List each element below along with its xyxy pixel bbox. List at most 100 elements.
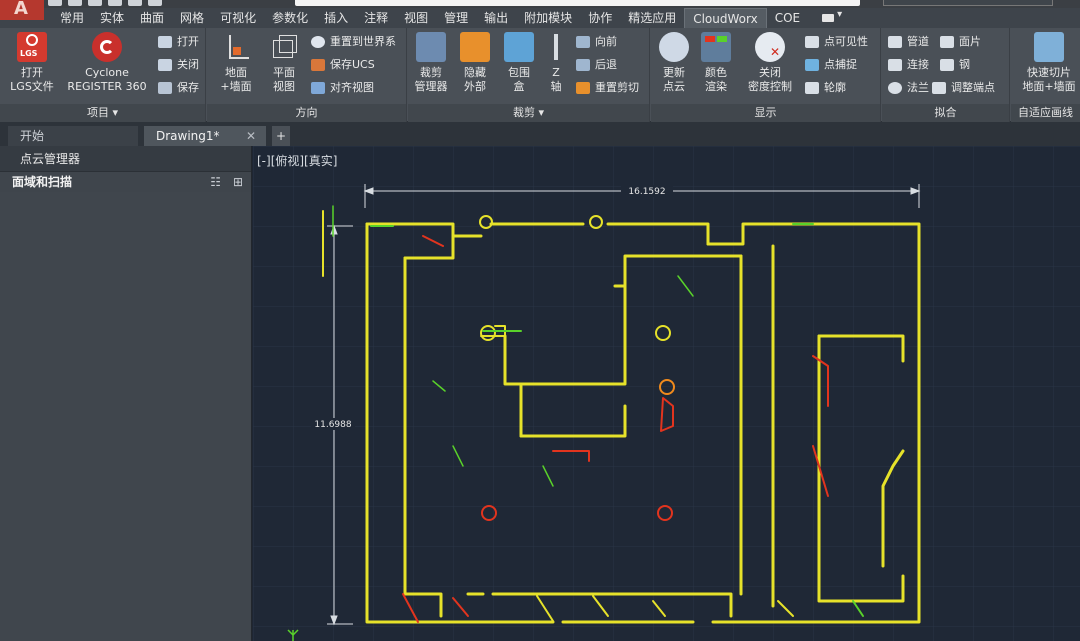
steel-button[interactable]: 钢 xyxy=(940,56,970,74)
open-button[interactable]: 打开 xyxy=(158,33,199,51)
tab-featured-apps[interactable]: 精选应用 xyxy=(620,8,684,28)
adjust-end-button[interactable]: 调整端点 xyxy=(932,79,995,97)
palette-section-header[interactable]: 面域和扫描 ☷ ⊞ xyxy=(0,172,251,192)
palette-title: 点云管理器 xyxy=(0,146,251,172)
new-tab-button[interactable]: + xyxy=(272,126,290,146)
close-tab-icon[interactable]: ✕ xyxy=(246,126,256,146)
document-tab-bar: 开始 Drawing1* ✕ + xyxy=(0,122,1080,146)
point-cloud-drawing[interactable]: 16.1592 11.6988 xyxy=(253,146,1080,641)
save-button[interactable]: 保存 xyxy=(158,79,199,97)
bounding-box-button[interactable]: 包围 盒 xyxy=(498,32,540,94)
save-ucs-icon xyxy=(311,59,325,71)
panel-adaptive: 快速切片 地面+墙面 自适应画线 xyxy=(1011,28,1080,122)
workspace-switch-icon[interactable] xyxy=(822,9,850,24)
patch-icon xyxy=(940,36,954,48)
refresh-cloud-label: 更新 点云 xyxy=(663,66,685,93)
panel-display: 更新 点云 颜色 渲染 ✕ 关闭 密度控制 点可见性 点捕捉 轮廓 显示 xyxy=(651,28,881,122)
z-axis-icon xyxy=(546,32,566,62)
save-ucs-button[interactable]: 保存UCS xyxy=(311,56,375,74)
flange-button[interactable]: 法兰 xyxy=(888,79,929,97)
quick-slice-label: 快速切片 地面+墙面 xyxy=(1022,66,1076,93)
tab-parametric[interactable]: 参数化 xyxy=(264,8,316,28)
clip-manager-button[interactable]: 裁剪 管理器 xyxy=(410,32,452,94)
list-view-icon[interactable]: ☷ xyxy=(210,172,221,192)
connect-icon xyxy=(888,59,902,71)
reset-clip-button[interactable]: 重置剪切 xyxy=(576,79,639,97)
tab-addins[interactable]: 附加模块 xyxy=(516,8,580,28)
steel-icon xyxy=(940,59,954,71)
quick-slice-button[interactable]: 快速切片 地面+墙面 xyxy=(1019,32,1079,94)
title-search-box[interactable] xyxy=(295,0,860,6)
reset-world-button[interactable]: 重置到世界系 xyxy=(311,33,396,51)
tab-annotate[interactable]: 注释 xyxy=(356,8,396,28)
panel-display-title: 显示 xyxy=(651,104,880,122)
outline-icon xyxy=(805,82,819,94)
close-folder-icon xyxy=(158,59,172,71)
panel-fit-title: 拟合 xyxy=(882,104,1009,122)
tab-surface[interactable]: 曲面 xyxy=(132,8,172,28)
lgs-file-icon: LGS xyxy=(17,32,47,62)
patch-button[interactable]: 面片 xyxy=(940,33,981,51)
forward-button[interactable]: 向前 xyxy=(576,33,617,51)
panel-orientation: 地面 +墙面 平面 视图 重置到世界系 保存UCS 对齐视图 方向 xyxy=(207,28,407,122)
panel-project-title[interactable]: 项目 ▾ xyxy=(0,104,205,122)
hide-outside-label: 隐藏 外部 xyxy=(464,66,486,93)
tab-coe[interactable]: COE xyxy=(767,8,808,28)
z-axis-button[interactable]: Z 轴 xyxy=(542,32,570,94)
panel-fit: 管道 面片 连接 钢 法兰 调整端点 拟合 xyxy=(882,28,1010,122)
density-off-icon: ✕ xyxy=(755,32,785,62)
ribbon: LGS 打开 LGS文件 Cyclone REGISTER 360 打开 关闭 … xyxy=(0,28,1080,122)
connect-button[interactable]: 连接 xyxy=(888,56,929,74)
panel-adaptive-title: 自适应画线 xyxy=(1011,104,1080,122)
tab-manage[interactable]: 管理 xyxy=(436,8,476,28)
quick-access-toolbar[interactable] xyxy=(48,0,162,6)
tab-insert[interactable]: 插入 xyxy=(316,8,356,28)
close-density-button[interactable]: ✕ 关闭 密度控制 xyxy=(739,32,801,94)
tab-cloudworx[interactable]: CloudWorx xyxy=(684,8,767,28)
point-visibility-button[interactable]: 点可见性 xyxy=(805,33,868,51)
drawing-viewport[interactable]: 16.1592 11.6988 [-][俯视][真实] xyxy=(253,146,1080,641)
hide-outside-button[interactable]: 隐藏 外部 xyxy=(454,32,496,94)
refresh-cloud-button[interactable]: 更新 点云 xyxy=(653,32,695,94)
tab-output[interactable]: 输出 xyxy=(476,8,516,28)
palette-body xyxy=(0,192,251,641)
tree-view-icon[interactable]: ⊞ xyxy=(233,172,243,192)
adjust-end-icon xyxy=(932,82,946,94)
color-render-label: 颜色 渲染 xyxy=(705,66,727,93)
tab-start[interactable]: 开始 xyxy=(8,126,138,146)
tab-home[interactable]: 常用 xyxy=(52,8,92,28)
panel-clip: 裁剪 管理器 隐藏 外部 包围 盒 Z 轴 向前 后退 重置剪切 裁剪 ▾ xyxy=(408,28,650,122)
bounding-box-icon xyxy=(504,32,534,62)
tab-view[interactable]: 视图 xyxy=(396,8,436,28)
quick-slice-icon xyxy=(1034,32,1064,62)
color-render-icon xyxy=(701,32,731,62)
help-search-input[interactable] xyxy=(883,0,1053,6)
backward-button[interactable]: 后退 xyxy=(576,56,617,74)
plan-view-button[interactable]: 平面 视图 xyxy=(261,32,307,94)
tab-drawing1[interactable]: Drawing1* ✕ xyxy=(144,126,266,146)
point-cloud-manager-palette: 点云管理器 面域和扫描 ☷ ⊞ xyxy=(0,146,252,641)
color-render-button[interactable]: 颜色 渲染 xyxy=(695,32,737,94)
viewport-controls-label[interactable]: [-][俯视][真实] xyxy=(257,152,337,169)
outline-button[interactable]: 轮廓 xyxy=(805,79,846,97)
open-folder-icon xyxy=(158,36,172,48)
tab-collaborate[interactable]: 协作 xyxy=(580,8,620,28)
point-snap-button[interactable]: 点捕捉 xyxy=(805,56,857,74)
align-view-button[interactable]: 对齐视图 xyxy=(311,79,374,97)
close-button[interactable]: 关闭 xyxy=(158,56,199,74)
flange-icon xyxy=(888,82,902,94)
tab-solid[interactable]: 实体 xyxy=(92,8,132,28)
open-lgs-button[interactable]: LGS 打开 LGS文件 xyxy=(6,32,58,94)
application-menu-button[interactable] xyxy=(0,0,44,20)
tab-mesh[interactable]: 网格 xyxy=(172,8,212,28)
floor-wall-button[interactable]: 地面 +墙面 xyxy=(213,32,259,94)
reset-clip-icon xyxy=(576,82,590,94)
pipe-button[interactable]: 管道 xyxy=(888,33,929,51)
panel-clip-title[interactable]: 裁剪 ▾ xyxy=(408,104,649,122)
tab-visualize[interactable]: 可视化 xyxy=(212,8,264,28)
refresh-cloud-icon xyxy=(659,32,689,62)
cyclone-register-button[interactable]: Cyclone REGISTER 360 xyxy=(62,32,152,94)
floor-wall-label: 地面 +墙面 xyxy=(220,66,252,93)
backward-arrow-icon xyxy=(576,59,590,71)
cyclone-logo-icon xyxy=(92,32,122,62)
